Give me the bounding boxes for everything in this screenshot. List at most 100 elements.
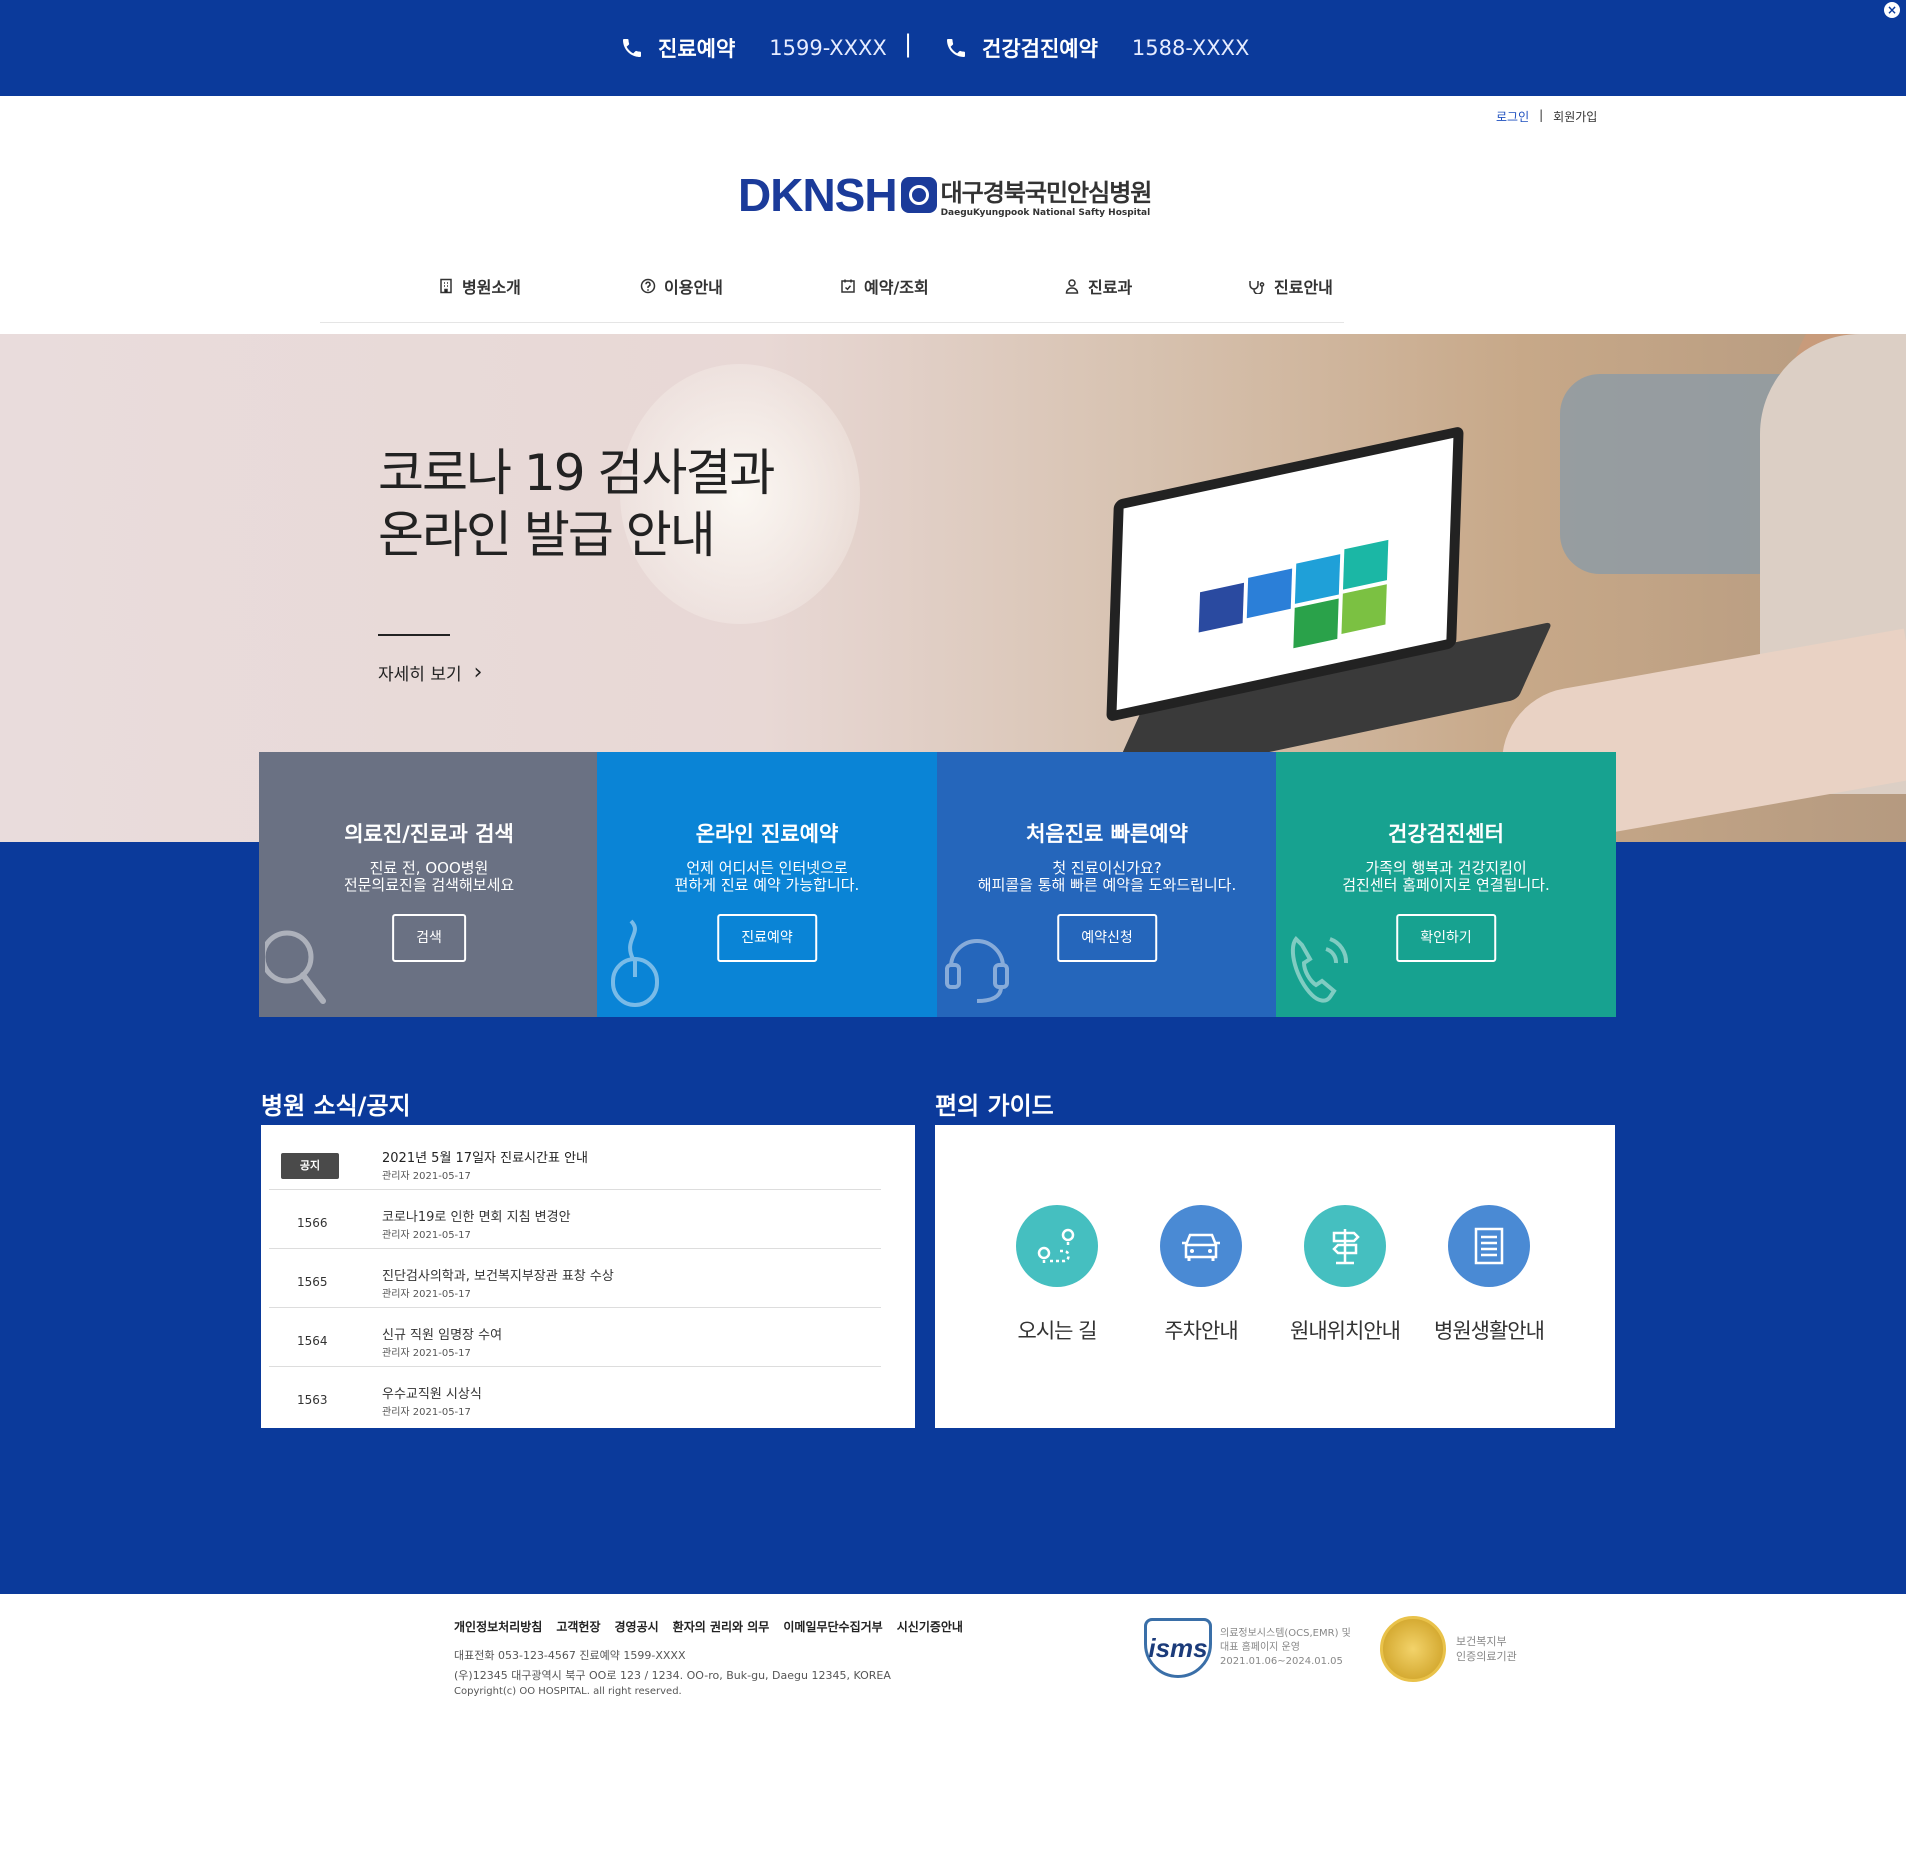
notice-meta: 관리자 2021-05-17 [382, 1230, 471, 1241]
card-description: 언제 어디서든 인터넷으로 편하게 진료 예약 가능합니다. [674, 859, 860, 894]
notice-meta: 관리자 2021-05-17 [382, 1289, 471, 1300]
guide-item-location[interactable]: 원내위치안내 [1275, 1205, 1415, 1345]
mouse-icon [611, 919, 659, 1007]
card-title: 처음진료 빠른예약 [1026, 822, 1188, 846]
footer-link[interactable]: 환자의 권리와 의무 [673, 1618, 770, 1635]
footer-phone: 대표전화 053-123-4567 진료예약 1599-XXXX [454, 1649, 686, 1662]
hero-more-label: 자세히 보기 [378, 665, 462, 685]
card-checkup-center[interactable]: 건강검진센터 가족의 행복과 건강지킴이 검진센터 홈페이지로 연결됩니다. 확인… [1276, 752, 1616, 1017]
signup-link[interactable]: 회원가입 [1553, 108, 1597, 125]
site-logo[interactable]: DKNSH 대구경북국민안심병원 DaeguKyungpook National… [738, 168, 1153, 222]
top-contact-bar: 진료예약 1599-XXXX | 건강검진예약 1588-XXXX × [0, 0, 1906, 96]
nav-item-treatment[interactable]: 진료안내 [1248, 274, 1333, 298]
calendar-icon [841, 279, 855, 293]
list-item[interactable]: 1566 코로나19로 인한 면회 지침 변경안 관리자 2021-05-17 [269, 1190, 881, 1249]
card-doctor-search[interactable]: 의료진/진료과 검색 진료 전, OOO병원 전문의료진을 검색해보세요 검색 [259, 752, 599, 1017]
nav-item-guide[interactable]: 이용안내 [640, 274, 723, 298]
checkup-number: 1588-XXXX [1131, 36, 1250, 60]
card-first-visit[interactable]: 처음진료 빠른예약 첫 진료이신가요? 해피콜을 통해 빠른 예약을 도와드립니다… [937, 752, 1277, 1017]
guide-label: 원내위치안내 [1290, 1319, 1401, 1343]
logo-name-en: DaeguKyungpook National Safty Hospital [940, 207, 1151, 218]
guide-label: 주차안내 [1164, 1319, 1238, 1343]
logo-name-kr: 대구경북국민안심병원 [940, 178, 1153, 207]
list-item[interactable]: 1563 우수교직원 시상식 관리자 2021-05-17 [269, 1367, 881, 1426]
notice-section-title: 병원 소식/공지 [261, 1092, 411, 1120]
person-icon [1065, 279, 1079, 294]
login-link[interactable]: 로그인 [1496, 108, 1529, 125]
magnifier-icon [265, 930, 326, 1004]
checkup-label: 건강검진예약 [982, 37, 1098, 61]
nav-label: 진료안내 [1274, 278, 1333, 297]
card-description: 첫 진료이신가요? 해피콜을 통해 빠른 예약을 도와드립니다. [977, 859, 1237, 894]
notice-title[interactable]: 우수교직원 시상식 [382, 1383, 482, 1402]
footer-link[interactable]: 고객헌장 [556, 1618, 600, 1635]
map-route-icon [1016, 1205, 1098, 1287]
card-title: 건강검진센터 [1388, 822, 1504, 846]
notice-number: 1565 [297, 1275, 328, 1289]
checkup-contact[interactable]: 건강검진예약 1588-XXXX [944, 28, 1249, 68]
car-icon [1160, 1205, 1242, 1287]
notice-meta: 관리자 2021-05-17 [382, 1407, 471, 1418]
cert-text: 보건복지부 인증의료기관 [1456, 1635, 1517, 1663]
nav-label: 진료과 [1088, 278, 1133, 297]
headset-icon [945, 939, 1009, 1003]
isms-text: 의료정보시스템(OCS,EMR) 및 대표 홈페이지 운영 2021.01.06… [1220, 1628, 1351, 1667]
footer-links: 개인정보처리방침 고객헌장 경영공시 환자의 권리와 의무 이메일무단수집거부 … [454, 1618, 963, 1635]
nav-label: 예약/조회 [864, 278, 929, 297]
notice-title[interactable]: 코로나19로 인한 면회 지침 변경안 [382, 1206, 571, 1225]
reservation-number: 1599-XXXX [769, 36, 887, 60]
footer-link[interactable]: 시신기증안내 [897, 1618, 963, 1635]
nav-label: 병원소개 [462, 278, 521, 297]
footer-info: 대표전화 053-123-4567 진료예약 1599-XXXX (우)1234… [454, 1646, 891, 1698]
nav-divider [320, 322, 1344, 323]
apply-button[interactable]: 예약신청 [1057, 914, 1157, 962]
notice-number: 1566 [297, 1216, 328, 1230]
nav-label: 이용안내 [664, 278, 723, 297]
footer-link[interactable]: 경영공시 [615, 1618, 659, 1635]
guide-item-parking[interactable]: 주차안내 [1131, 1205, 1271, 1345]
guide-item-hospital-life[interactable]: 병원생활안내 [1419, 1205, 1559, 1345]
isms-certification: isms 의료정보시스템(OCS,EMR) 및 대표 홈페이지 운영 2021.… [1144, 1618, 1351, 1678]
hero-more-link[interactable]: 자세히 보기 › [378, 660, 482, 685]
reservation-contact[interactable]: 진료예약 1599-XXXX [620, 28, 887, 68]
question-icon [640, 278, 656, 294]
reservation-button[interactable]: 진료예약 [717, 914, 817, 962]
util-links: 로그인 | 회원가입 [1496, 108, 1597, 125]
signpost-icon [1304, 1205, 1386, 1287]
nav-item-about[interactable]: 병원소개 [438, 274, 521, 298]
notice-meta: 관리자 2021-05-17 [382, 1348, 471, 1359]
notice-title[interactable]: 신규 직원 임명장 수여 [382, 1324, 502, 1343]
util-separator: | [1539, 108, 1544, 122]
notice-badge: 공지 [281, 1153, 339, 1179]
main-nav: 병원소개 이용안내 예약/조회 진료과 진료안내 [0, 270, 1906, 572]
footer-copyright: Copyright(c) OO HOSPITAL. all right rese… [454, 1686, 682, 1697]
list-item[interactable]: 1564 신규 직원 임명장 수여 관리자 2021-05-17 [269, 1308, 881, 1367]
convenience-guide: 오시는 길 주차안내 원내위치안내 병원생활안내 [935, 1125, 1615, 1428]
notice-meta: 관리자 2021-05-17 [382, 1171, 471, 1182]
phone-icon [947, 39, 965, 57]
close-icon[interactable]: × [1884, 2, 1900, 18]
hero-title: 코로나 19 검사결과 온라인 발급 안내 [378, 442, 775, 566]
search-button[interactable]: 검색 [392, 914, 466, 962]
card-description: 진료 전, OOO병원 전문의료진을 검색해보세요 [343, 859, 515, 894]
footer-address: (우)12345 대구광역시 북구 OO로 123 / 1234. OO-ro,… [454, 1669, 891, 1682]
notice-title[interactable]: 진단검사의학과, 보건복지부장관 표창 수상 [382, 1265, 614, 1284]
list-item[interactable]: 1565 진단검사의학과, 보건복지부장관 표창 수상 관리자 2021-05-… [269, 1249, 881, 1308]
guide-item-directions[interactable]: 오시는 길 [987, 1205, 1127, 1345]
hero-title-line1: 코로나 19 검사결과 [378, 444, 775, 502]
guide-label: 병원생활안내 [1434, 1319, 1545, 1343]
stethoscope-icon [1249, 281, 1265, 294]
footer-link[interactable]: 이메일무단수집거부 [783, 1618, 882, 1635]
notice-number: 1563 [297, 1393, 328, 1407]
notice-title[interactable]: 2021년 5월 17일자 진료시간표 안내 [382, 1147, 588, 1166]
nav-item-department[interactable]: 진료과 [1064, 274, 1132, 298]
card-title: 온라인 진료예약 [695, 822, 839, 846]
footer-link[interactable]: 개인정보처리방침 [454, 1618, 542, 1635]
card-description: 가족의 행복과 건강지킴이 검진센터 홈페이지로 연결됩니다. [1342, 859, 1550, 894]
list-item[interactable]: 공지 2021년 5월 17일자 진료시간표 안내 관리자 2021-05-17 [269, 1131, 881, 1190]
nav-item-reservation[interactable]: 예약/조회 [840, 274, 929, 298]
notice-number: 1564 [297, 1334, 328, 1348]
confirm-button[interactable]: 확인하기 [1396, 914, 1496, 962]
building-icon [440, 278, 452, 294]
card-online-reservation[interactable]: 온라인 진료예약 언제 어디서든 인터넷으로 편하게 진료 예약 가능합니다. 진… [597, 752, 937, 1017]
